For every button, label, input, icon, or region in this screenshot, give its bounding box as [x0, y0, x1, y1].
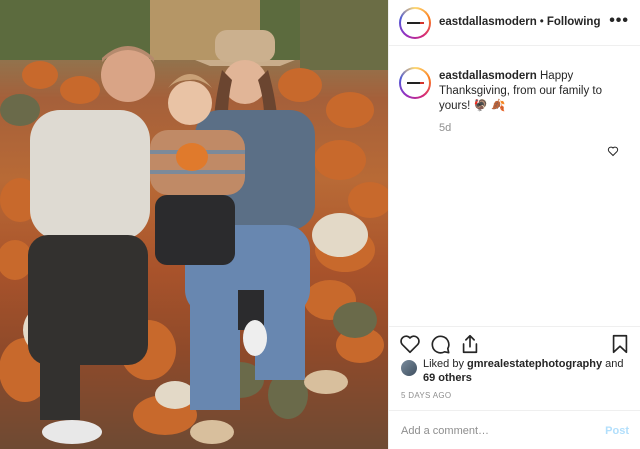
post-photo[interactable]	[0, 0, 388, 449]
post-side-panel: eastdallasmodern • Following ••• eastdalla…	[388, 0, 640, 449]
comment-bubble-icon[interactable]	[429, 333, 451, 355]
header-separator: •	[539, 16, 544, 28]
caption-heart-icon[interactable]	[607, 145, 619, 157]
likes-mid: and	[602, 358, 624, 370]
follow-status-button[interactable]: Following	[547, 16, 601, 28]
action-bar	[389, 326, 640, 360]
caption-username[interactable]: eastdallasmodern	[439, 70, 537, 82]
author-username[interactable]: eastdallasmodern	[439, 16, 537, 28]
likes-text: Liked by gmrealestatephotography and 69 …	[423, 358, 624, 385]
liker-avatar[interactable]	[401, 360, 417, 376]
bookmark-icon[interactable]	[609, 333, 631, 355]
likes-others-link[interactable]: 69 others	[423, 372, 472, 384]
more-dots-icon[interactable]: •••	[609, 12, 629, 30]
liker-username[interactable]: gmrealestatephotography	[467, 358, 602, 370]
share-icon[interactable]	[459, 333, 481, 355]
post-header: eastdallasmodern • Following •••	[389, 0, 640, 46]
post-comment-button[interactable]: Post	[605, 425, 629, 437]
author-avatar[interactable]	[399, 7, 431, 39]
comment-input[interactable]: Add a comment…	[401, 425, 489, 437]
heart-icon[interactable]	[399, 333, 421, 355]
likes-summary: Liked by gmrealestatephotography and 69 …	[401, 358, 631, 386]
caption-text-line: eastdallasmodern Happy Thanksgiving, fro…	[439, 69, 629, 114]
header-line: eastdallasmodern • Following	[439, 16, 600, 28]
post-timestamp[interactable]: 5 DAYS AGO	[401, 391, 451, 400]
likes-prefix: Liked by	[423, 358, 468, 370]
caption-age[interactable]: 5d	[439, 122, 451, 134]
caption-avatar[interactable]	[399, 67, 431, 99]
comment-box: Add a comment… Post	[389, 410, 640, 449]
photo-illustration	[0, 0, 388, 444]
